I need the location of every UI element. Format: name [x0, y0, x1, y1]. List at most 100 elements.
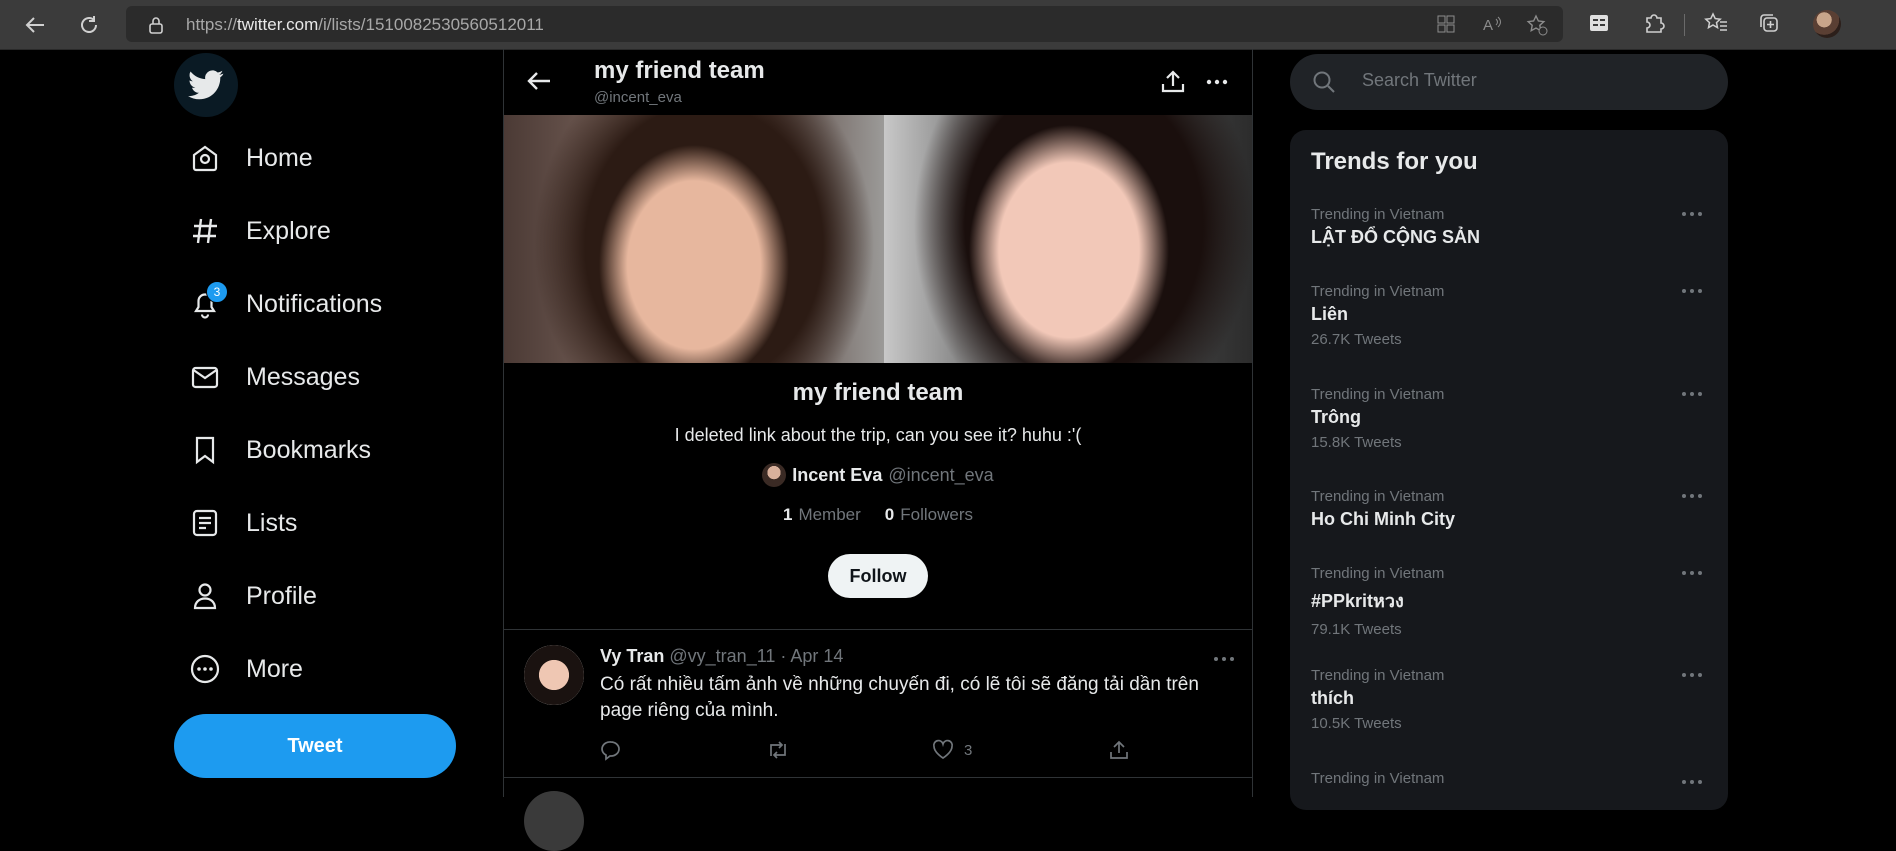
- browser-toolbar: https://twitter.com/i/lists/151008253056…: [0, 0, 1896, 50]
- trend-count: 79.1K Tweets: [1311, 621, 1402, 638]
- trend-name: LẬT ĐỔ CỘNG SẢN: [1311, 227, 1480, 247]
- trend-item[interactable]: Trending in Vietnam thích 10.5K Tweets: [1311, 667, 1711, 732]
- list-description: I deleted link about the trip, can you s…: [674, 425, 1082, 445]
- nav-explore[interactable]: Explore: [188, 209, 331, 253]
- owner-name[interactable]: Incent Eva: [792, 465, 882, 486]
- trend-context: Trending in Vietnam: [1311, 770, 1445, 787]
- header-title: my friend team: [594, 57, 765, 84]
- app-available-icon[interactable]: [1436, 14, 1456, 34]
- extensions-icon[interactable]: [1643, 12, 1665, 34]
- trend-item[interactable]: Trending in Vietnam Trông 15.8K Tweets: [1311, 386, 1711, 451]
- nav-more[interactable]: More: [188, 647, 303, 691]
- person-icon: [188, 579, 222, 613]
- nav-lists[interactable]: Lists: [188, 501, 297, 545]
- url-text[interactable]: https://twitter.com/i/lists/151008253056…: [186, 15, 544, 35]
- toolbar-separator: [1684, 14, 1685, 36]
- nav-more-label: More: [246, 654, 303, 683]
- trend-more-icon[interactable]: [1680, 774, 1704, 790]
- tweet-more-icon[interactable]: [1212, 649, 1236, 669]
- banner-photo-left: [504, 115, 884, 363]
- trend-context: Trending in Vietnam: [1311, 206, 1445, 223]
- trend-name: #PPkritหวง: [1311, 591, 1404, 611]
- owner-handle[interactable]: @incent_eva: [888, 465, 993, 486]
- list-stats: 1 Member 0 Followers: [504, 505, 1252, 525]
- tweet-meta[interactable]: @vy_tran_11 · Apr 14: [669, 646, 843, 666]
- tweet-author-name[interactable]: Vy Tran: [600, 646, 664, 666]
- search-box[interactable]: Search Twitter: [1290, 54, 1728, 110]
- nav-home[interactable]: Home: [188, 136, 313, 180]
- nav-home-label: Home: [246, 143, 313, 172]
- trend-name: Ho Chi Minh City: [1311, 509, 1455, 529]
- twitter-bird-icon: [188, 70, 224, 100]
- trend-more-icon[interactable]: [1680, 206, 1704, 222]
- reading-view-icon[interactable]: [1588, 12, 1610, 34]
- search-input[interactable]: Search Twitter: [1362, 70, 1477, 91]
- tweet-button[interactable]: Tweet: [174, 714, 456, 778]
- refresh-icon[interactable]: [76, 12, 102, 38]
- nav-messages[interactable]: Messages: [188, 355, 360, 399]
- list-name: my friend team: [792, 379, 964, 406]
- trend-item[interactable]: Trending in Vietnam: [1311, 770, 1711, 787]
- nav-profile[interactable]: Profile: [188, 574, 317, 618]
- bell-icon: 3: [188, 281, 228, 321]
- trend-more-icon[interactable]: [1680, 667, 1704, 683]
- divider: [504, 777, 1252, 778]
- tweet-text: Có rất nhiều tấm ảnh về những chuyến đi,…: [600, 674, 1199, 721]
- trend-context: Trending in Vietnam: [1311, 386, 1445, 403]
- nav-bookmarks[interactable]: Bookmarks: [188, 428, 371, 472]
- nav-bookmarks-label: Bookmarks: [246, 435, 372, 464]
- nav-notifications[interactable]: 3 Notifications: [188, 281, 383, 326]
- trend-more-icon[interactable]: [1680, 565, 1704, 581]
- trend-count: 26.7K Tweets: [1311, 331, 1402, 348]
- followers-stat[interactable]: 0 Followers: [885, 505, 973, 525]
- favorite-add-icon[interactable]: [1526, 14, 1548, 36]
- reply-button[interactable]: [600, 739, 622, 761]
- members-stat[interactable]: 1 Member: [783, 505, 861, 525]
- tweet-header: Vy Tran @vy_tran_11 · Apr 14: [600, 646, 843, 667]
- like-button[interactable]: 3: [932, 739, 972, 761]
- trend-context: Trending in Vietnam: [1311, 283, 1445, 300]
- hashtag-icon: [188, 214, 222, 248]
- trend-more-icon[interactable]: [1680, 488, 1704, 504]
- collections-icon[interactable]: [1758, 12, 1780, 34]
- nav-profile-label: Profile: [246, 581, 317, 610]
- tweet-author-avatar[interactable]: [524, 645, 584, 705]
- nav-notifications-label: Notifications: [246, 289, 383, 318]
- next-tweet-avatar[interactable]: [524, 791, 584, 851]
- twitter-logo[interactable]: [174, 53, 238, 117]
- favorites-icon[interactable]: [1704, 12, 1728, 34]
- list-icon: [188, 506, 222, 540]
- trends-title: Trends for you: [1311, 148, 1478, 175]
- trend-name: Trông: [1311, 407, 1361, 427]
- address-bar[interactable]: https://twitter.com/i/lists/151008253056…: [126, 6, 1563, 42]
- trend-item[interactable]: Trending in Vietnam Liên 26.7K Tweets: [1311, 283, 1711, 348]
- trend-item[interactable]: Trending in Vietnam LẬT ĐỔ CỘNG SẢN: [1311, 206, 1711, 248]
- share-tweet-icon: [1110, 740, 1128, 759]
- trend-name: Liên: [1311, 304, 1349, 324]
- trend-item[interactable]: Trending in Vietnam Ho Chi Minh City: [1311, 488, 1711, 530]
- divider: [504, 629, 1252, 630]
- trend-item[interactable]: Trending in Vietnam #PPkritหวง 79.1K Twe…: [1311, 565, 1711, 638]
- trend-more-icon[interactable]: [1680, 283, 1704, 299]
- owner-avatar[interactable]: [762, 463, 787, 487]
- browser-profile-avatar[interactable]: [1813, 10, 1841, 38]
- more-circle-icon: [188, 652, 222, 686]
- trend-context: Trending in Vietnam: [1311, 488, 1445, 505]
- read-aloud-icon[interactable]: A: [1482, 14, 1504, 34]
- lock-icon: [148, 16, 164, 34]
- share-icon[interactable]: [1160, 69, 1186, 95]
- trend-more-icon[interactable]: [1680, 386, 1704, 402]
- retweet-button[interactable]: [766, 739, 790, 761]
- follow-button[interactable]: Follow: [828, 554, 928, 598]
- back-icon[interactable]: [22, 12, 48, 38]
- trend-context: Trending in Vietnam: [1311, 565, 1445, 582]
- list-owner[interactable]: Incent Eva @incent_eva: [504, 463, 1252, 487]
- more-options-icon[interactable]: [1204, 69, 1230, 95]
- back-arrow-icon[interactable]: [526, 69, 552, 93]
- banner-photo-right: [884, 115, 1252, 363]
- header-handle: @incent_eva: [594, 89, 682, 106]
- share-tweet-button[interactable]: [1108, 739, 1130, 761]
- bookmark-icon: [188, 433, 222, 467]
- nav-messages-label: Messages: [246, 362, 360, 391]
- retweet-icon: [770, 741, 786, 759]
